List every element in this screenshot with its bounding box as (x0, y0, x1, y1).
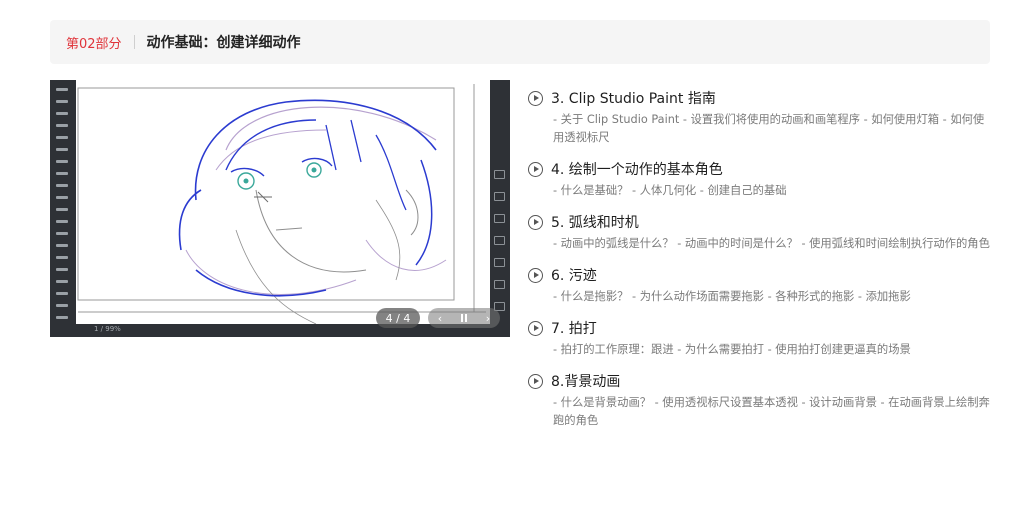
prev-slide-button[interactable]: ‹ (430, 312, 450, 325)
lesson-title: 7. 拍打 (551, 321, 597, 337)
hand-tool-icon (56, 208, 68, 211)
move-tool-icon (56, 136, 68, 139)
lesson-item[interactable]: 8.背景动画 - 什么是背景动画？ - 使用透视标尺设置基本透视 - 设计动画背… (528, 371, 994, 430)
layer-thumb-icon (494, 214, 505, 223)
lesson-title: 5. 弧线和时机 (551, 215, 639, 231)
lesson-title-row: 8.背景动画 (528, 371, 994, 391)
section-title: 动作基础：创建详细动作 (146, 35, 301, 51)
lesson-title-row: 7. 拍打 (528, 318, 994, 338)
lesson-title: 4. 绘制一个动作的基本角色 (551, 162, 723, 178)
fill-tool-icon (56, 148, 68, 151)
layer-panel (490, 80, 510, 337)
drawing-canvas (76, 80, 490, 325)
color-tool-icon (56, 280, 68, 283)
image-slider[interactable]: 1 / 99% (50, 80, 510, 337)
play-circle-icon[interactable] (528, 373, 543, 389)
lesson-item[interactable]: 4. 绘制一个动作的基本角色 - 什么是基础？ - 人体几何化 - 创建自己的基… (528, 159, 994, 200)
blend-tool-icon (56, 184, 68, 187)
character-sketch (77, 84, 486, 325)
layer-tool-icon (56, 268, 68, 271)
play-circle-icon[interactable] (528, 214, 543, 230)
slider-controls: 4 / 4 ‹ › (376, 308, 500, 328)
lesson-description: - 拍打的工作原理：跟进 - 为什么需要拍打 - 使用拍打创建更逼真的场景 (553, 343, 911, 356)
slide-counter: 4 / 4 (376, 308, 420, 328)
lesson-description: - 什么是背景动画？ - 使用透视标尺设置基本透视 - 设计动画背景 - 在动画… (553, 396, 990, 427)
pause-button[interactable] (454, 312, 474, 325)
eraser-tool-icon (56, 112, 68, 115)
lesson-description: - 什么是基础？ - 人体几何化 - 创建自己的基础 (553, 184, 787, 197)
layer-thumb-icon (494, 280, 505, 289)
play-circle-icon[interactable] (528, 90, 543, 106)
zoom-tool-icon (56, 196, 68, 199)
slider-nav: ‹ › (428, 308, 500, 328)
part-label: 第02部分 (66, 36, 122, 52)
layer-thumb-icon (494, 192, 505, 201)
pause-icon (461, 313, 467, 323)
gradient-tool-icon (56, 244, 68, 247)
play-circle-icon[interactable] (528, 320, 543, 336)
brush-tool-icon (56, 100, 68, 103)
next-slide-button[interactable]: › (478, 312, 498, 325)
lesson-description: - 动画中的弧线是什么？ - 动画中的时间是什么？ - 使用弧线和时间绘制执行动… (553, 237, 990, 250)
play-circle-icon[interactable] (528, 267, 543, 283)
layer-thumb-icon (494, 258, 505, 267)
status-text: 1 / 99% (94, 325, 121, 333)
lesson-title: 8.背景动画 (551, 374, 621, 390)
lesson-title-row: 4. 绘制一个动作的基本角色 (528, 159, 994, 179)
select-tool-icon (56, 292, 68, 295)
ruler-tool-icon (56, 172, 68, 175)
lesson-title-row: 3. Clip Studio Paint 指南 (528, 88, 994, 108)
layer-thumb-icon (494, 236, 505, 245)
settings-tool-icon (56, 316, 68, 319)
play-circle-icon[interactable] (528, 161, 543, 177)
layer-thumb-icon (494, 170, 505, 179)
lesson-item[interactable]: 7. 拍打 - 拍打的工作原理：跟进 - 为什么需要拍打 - 使用拍打创建更逼真… (528, 318, 994, 359)
tool-palette (50, 80, 76, 337)
lesson-item[interactable]: 3. Clip Studio Paint 指南 - 关于 Clip Studio… (528, 88, 994, 147)
shape-tool-icon (56, 232, 68, 235)
lesson-title: 3. Clip Studio Paint 指南 (551, 91, 716, 107)
lesson-title: 6. 污迹 (551, 268, 597, 284)
transform-tool-icon (56, 304, 68, 307)
text-tool-icon (56, 160, 68, 163)
lesson-list: 3. Clip Studio Paint 指南 - 关于 Clip Studio… (528, 88, 994, 442)
lesson-item[interactable]: 5. 弧线和时机 - 动画中的弧线是什么？ - 动画中的时间是什么？ - 使用弧… (528, 212, 994, 253)
lesson-item[interactable]: 6. 污迹 - 什么是拖影？ - 为什么动作场面需要拖影 - 各种形式的拖影 -… (528, 265, 994, 306)
header-divider (133, 35, 135, 49)
lasso-tool-icon (56, 124, 68, 127)
lesson-description: - 什么是拖影？ - 为什么动作场面需要拖影 - 各种形式的拖影 - 添加拖影 (553, 290, 911, 303)
pen-tool-icon (56, 88, 68, 91)
lesson-description: - 关于 Clip Studio Paint - 设置我们将使用的动画和画笔程序… (553, 113, 985, 144)
frame-tool-icon (56, 256, 68, 259)
eyedropper-tool-icon (56, 220, 68, 223)
lesson-title-row: 5. 弧线和时机 (528, 212, 994, 232)
section-header: 第02部分 动作基础：创建详细动作 (50, 20, 990, 64)
lesson-title-row: 6. 污迹 (528, 265, 994, 285)
